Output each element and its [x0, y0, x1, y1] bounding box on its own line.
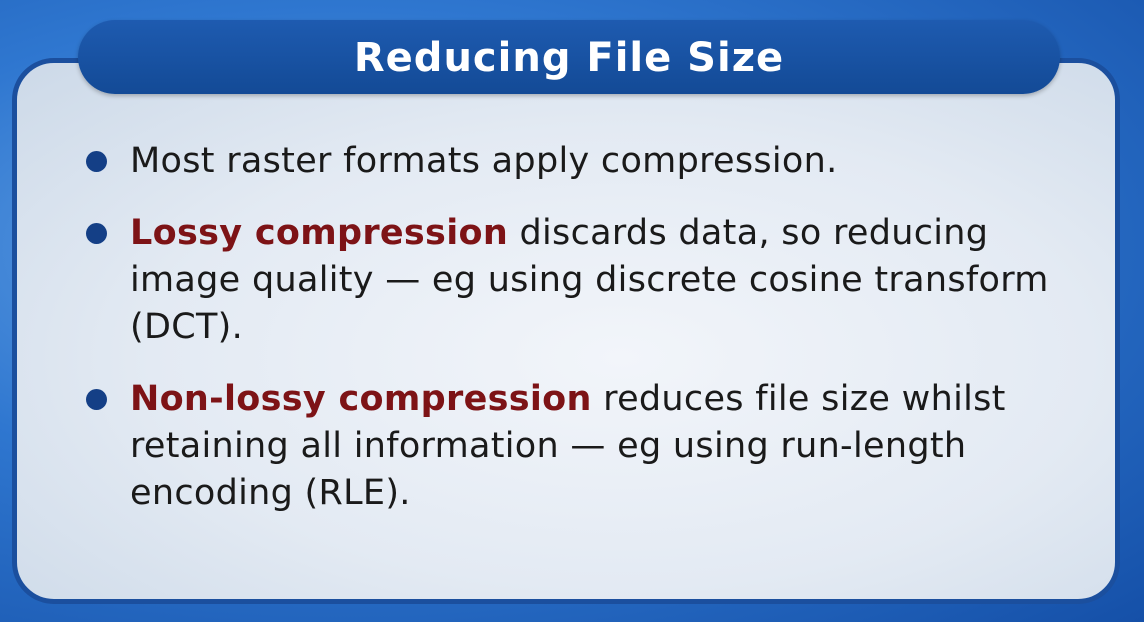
bullet-dot-icon: [86, 223, 107, 244]
title-bar: Reducing File Size: [78, 20, 1060, 94]
bullet-highlight: Lossy compression: [130, 213, 509, 253]
bullet-item-compression: Most raster formats apply compression.: [86, 138, 1076, 185]
bullet-dot-icon: [86, 389, 107, 410]
slide-title: Reducing File Size: [353, 35, 785, 81]
bullet-item-non-lossy: Non-lossy compression reduces file size …: [86, 376, 1076, 517]
bullet-item-lossy: Lossy compression discards data, so redu…: [86, 210, 1076, 351]
bullet-highlight: Non-lossy compression: [130, 379, 592, 419]
bullet-dot-icon: [86, 151, 107, 172]
bullet-list: Most raster formats apply compression. L…: [86, 138, 1076, 517]
bullet-text: Most raster formats apply compression.: [130, 141, 838, 181]
